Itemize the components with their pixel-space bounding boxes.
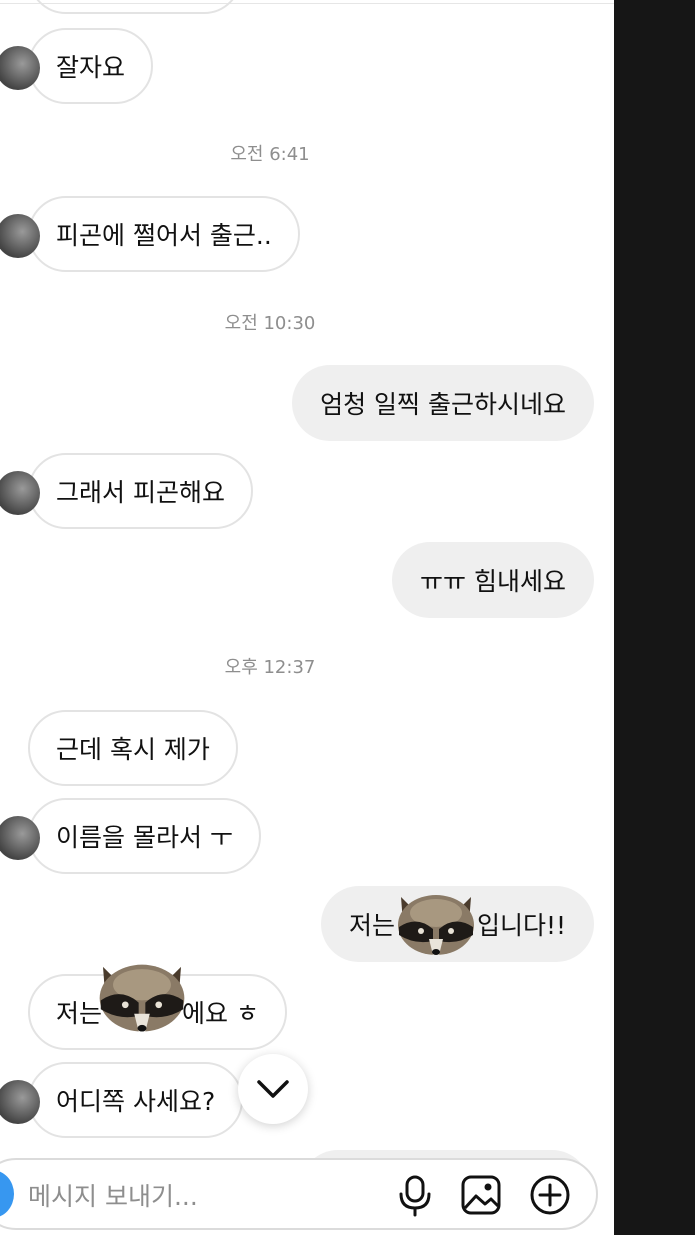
outgoing-message[interactable]: ㅠㅠ 힘내세요 bbox=[392, 542, 594, 618]
avatar[interactable] bbox=[0, 1080, 40, 1124]
incoming-message[interactable]: 잘자요 bbox=[0, 28, 154, 104]
chevron-down-icon bbox=[257, 1080, 289, 1098]
message-input[interactable]: 메시지 보내기... bbox=[28, 1177, 198, 1213]
message-text: 엄청 일찍 출근하시네요 bbox=[320, 390, 566, 419]
message-text: 그래서 피곤해요 bbox=[56, 478, 225, 507]
avatar[interactable] bbox=[0, 214, 40, 258]
timestamp: 오후 12:37 bbox=[224, 657, 316, 678]
plus-circle-icon[interactable] bbox=[527, 1172, 573, 1218]
avatar[interactable] bbox=[0, 46, 40, 90]
incoming-message[interactable]: 이름을 몰라서 ㅜ bbox=[0, 798, 261, 874]
message-text: 이름을 몰라서 ㅜ bbox=[56, 823, 233, 852]
scroll-to-bottom-button[interactable] bbox=[238, 1054, 308, 1124]
timestamp: 오전 6:41 bbox=[230, 144, 310, 165]
incoming-message[interactable]: 피곤에 쩔어서 출근.. bbox=[0, 196, 300, 272]
outgoing-message[interactable]: 저는 입니다!! bbox=[320, 886, 594, 962]
message-bubble-partial[interactable] bbox=[28, 0, 242, 14]
message-text: 피곤에 쩔어서 출근.. bbox=[56, 221, 272, 250]
incoming-message[interactable]: 그래서 피곤해요 bbox=[0, 453, 253, 529]
message-text: ㅠㅠ 힘내세요 bbox=[420, 567, 566, 596]
incoming-message[interactable]: 근데 혹시 제가 bbox=[28, 710, 238, 786]
raccoon-sticker bbox=[99, 964, 185, 1032]
microphone-icon[interactable] bbox=[392, 1172, 438, 1218]
incoming-message[interactable]: 어디쪽 사세요? bbox=[0, 1062, 244, 1138]
avatar[interactable] bbox=[0, 816, 40, 860]
outgoing-message[interactable]: 엄청 일찍 출근하시네요 bbox=[292, 365, 594, 441]
chat-thread[interactable]: 잘자요 오전 6:41 피곤에 쩔어서 출근.. 오전 10:30 엄청 일찍 … bbox=[0, 0, 614, 1235]
image-icon[interactable] bbox=[458, 1172, 504, 1218]
incoming-message[interactable]: 저는 에요 ㅎ bbox=[28, 964, 287, 1050]
message-text: 입니다!! bbox=[476, 911, 566, 940]
message-text: 잘자요 bbox=[56, 53, 126, 82]
timestamp: 오전 10:30 bbox=[224, 313, 316, 334]
raccoon-sticker bbox=[397, 895, 474, 955]
message-text: 에요 ㅎ bbox=[182, 999, 259, 1028]
message-text: 어디쪽 사세요? bbox=[56, 1087, 216, 1116]
message-text: 저는 bbox=[348, 911, 395, 940]
avatar[interactable] bbox=[0, 471, 40, 515]
message-text: 근데 혹시 제가 bbox=[56, 735, 210, 764]
side-panel bbox=[614, 0, 695, 1235]
